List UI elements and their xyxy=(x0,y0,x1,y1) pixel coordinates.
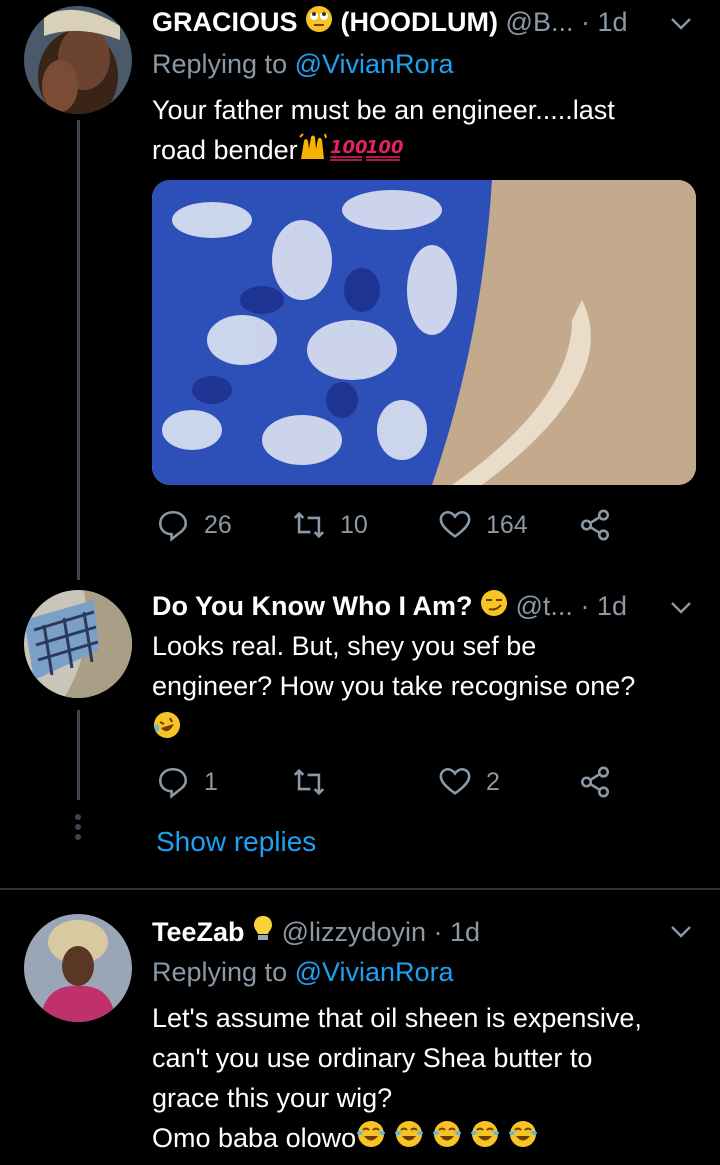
share-button[interactable] xyxy=(578,762,626,802)
tweet-teezab[interactable]: TeeZab @lizzydoyin · 1d Replying to @Viv… xyxy=(0,890,720,1165)
lightbulb-emoji-icon xyxy=(252,914,274,953)
svg-text:100: 100 xyxy=(366,137,404,158)
tweet-text-line-3: grace this your wig? xyxy=(152,1083,393,1113)
timestamp[interactable]: · 1d xyxy=(434,917,481,947)
tweet-text-fragment: road bender xyxy=(152,135,298,165)
display-name[interactable]: GRACIOUS xyxy=(152,7,298,37)
chevron-down-icon[interactable] xyxy=(668,918,694,944)
tweet-gracious[interactable]: GRACIOUS (HOODLUM) @B... · 1d Replying t… xyxy=(0,0,720,580)
thread-line xyxy=(77,120,80,580)
heart-icon xyxy=(439,767,471,795)
avatar[interactable] xyxy=(24,914,132,1022)
share-icon xyxy=(580,766,610,798)
retweet-button[interactable] xyxy=(292,762,340,802)
avatar[interactable] xyxy=(24,6,132,114)
reply-button[interactable]: 26 xyxy=(156,505,232,545)
tweet-header: Do You Know Who I Am? @t... · 1d xyxy=(152,588,660,624)
heart-icon xyxy=(439,510,471,538)
reply-icon xyxy=(158,767,188,799)
tweet-text-line: Your father must be an engineer.....last xyxy=(152,95,615,125)
smirk-emoji-icon xyxy=(480,589,508,626)
tweet-text-line-2: engineer? How you take recognise one? xyxy=(152,671,636,701)
retweet-count: 10 xyxy=(340,510,368,539)
eye-roll-emoji-icon xyxy=(305,5,333,42)
like-button[interactable]: 2 xyxy=(438,762,500,802)
tweet-text-line-2: can't you use ordinary Shea butter to xyxy=(152,1043,593,1073)
user-handle[interactable]: @t... xyxy=(516,591,573,621)
share-button[interactable] xyxy=(578,505,626,545)
replying-to: Replying to @VivianRora xyxy=(152,46,454,82)
laughing-emoji-icon xyxy=(152,706,680,746)
avatar[interactable] xyxy=(24,590,132,698)
replying-to-label: Replying to xyxy=(152,49,295,79)
timestamp[interactable]: · 1d xyxy=(581,7,628,37)
tweet-do-you-know[interactable]: Do You Know Who I Am? @t... · 1d Looks r… xyxy=(0,570,720,890)
tweet-text: Your father must be an engineer.....last… xyxy=(152,90,680,172)
tweet-text-line: Looks real. But, shey you sef be xyxy=(152,631,537,661)
tweet-text-fragment: Omo baba olowo xyxy=(152,1123,357,1153)
tweet-text-line: Let's assume that oil sheen is expensive… xyxy=(152,1003,642,1033)
reply-button[interactable]: 1 xyxy=(156,762,218,802)
hundred-emoji-icon: 100 100 xyxy=(328,132,404,172)
show-replies-link[interactable]: Show replies xyxy=(156,826,316,858)
display-name-suffix[interactable]: (HOODLUM) xyxy=(341,7,498,37)
reply-count: 1 xyxy=(204,767,218,796)
replying-to-link[interactable]: @VivianRora xyxy=(295,49,454,79)
share-icon xyxy=(580,509,610,541)
user-handle[interactable]: @lizzydoyin xyxy=(282,917,426,947)
reply-icon xyxy=(158,510,188,542)
tweet-actions: 1 2 xyxy=(152,762,652,802)
raising-hands-emoji-icon xyxy=(298,132,328,172)
tweet-text: Looks real. But, shey you sef be enginee… xyxy=(152,626,680,746)
tweet-text-line-4: Omo baba olowo xyxy=(152,1118,680,1160)
tears-of-joy-emoji-icon xyxy=(356,1119,546,1160)
timestamp[interactable]: · 1d xyxy=(580,591,627,621)
svg-text:100: 100 xyxy=(330,137,368,158)
thread-dots xyxy=(73,810,83,844)
chevron-down-icon[interactable] xyxy=(668,10,694,36)
retweet-icon xyxy=(293,511,325,539)
retweet-button[interactable]: 10 xyxy=(292,505,368,545)
display-name[interactable]: TeeZab xyxy=(152,917,245,947)
tweet-text: Let's assume that oil sheen is expensive… xyxy=(152,998,680,1160)
tweet-image[interactable] xyxy=(152,180,696,485)
reply-count: 26 xyxy=(204,510,232,539)
tweet-header: TeeZab @lizzydoyin · 1d xyxy=(152,914,660,950)
tweet-text-line-2: road bender 100 100 xyxy=(152,130,680,172)
like-count: 2 xyxy=(486,767,500,796)
thread-line xyxy=(77,710,80,800)
retweet-icon xyxy=(293,768,325,796)
like-button[interactable]: 164 xyxy=(438,505,528,545)
user-handle[interactable]: @B... xyxy=(506,7,574,37)
display-name[interactable]: Do You Know Who I Am? xyxy=(152,591,472,621)
tweet-actions: 26 10 164 xyxy=(152,505,652,545)
replying-to: Replying to @VivianRora xyxy=(152,954,454,990)
tweet-header: GRACIOUS (HOODLUM) @B... · 1d xyxy=(152,4,660,40)
chevron-down-icon[interactable] xyxy=(668,594,694,620)
like-count: 164 xyxy=(486,510,528,539)
replying-to-link[interactable]: @VivianRora xyxy=(295,957,454,987)
replying-to-label: Replying to xyxy=(152,957,295,987)
